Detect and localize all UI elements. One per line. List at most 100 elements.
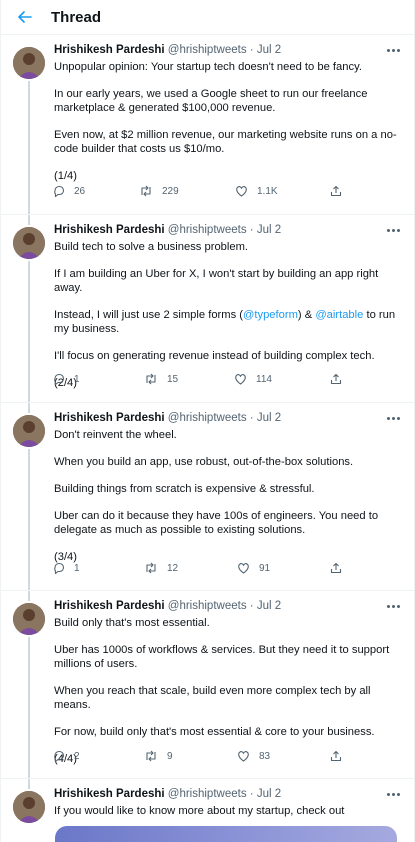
tweet-date[interactable]: Jul 2 (257, 788, 281, 800)
more-options-icon[interactable] (386, 411, 402, 425)
thread-connector (28, 403, 30, 413)
avatar[interactable] (13, 227, 45, 259)
reply-count: 1 (74, 562, 80, 574)
tweet-text: (1/4) (54, 170, 78, 182)
reply-button[interactable]: 26 (53, 185, 85, 197)
like-count: 83 (259, 750, 271, 762)
author-handle[interactable]: @hrishiptweets (168, 224, 247, 236)
tweet-text: Instead, I will just use 2 simple forms … (54, 308, 402, 336)
thread-connector (28, 449, 30, 591)
like-button[interactable]: 1.1K (235, 185, 278, 197)
like-button[interactable]: 91 (237, 562, 270, 574)
tweet-date[interactable]: Jul 2 (257, 44, 281, 56)
tweet-1[interactable]: Hrishikesh Pardeshi @hrishiptweets · Jul… (1, 34, 414, 215)
reply-icon (54, 750, 65, 762)
retweet-icon (141, 185, 151, 197)
tweet-meta: Hrishikesh Pardeshi @hrishiptweets · Jul… (54, 599, 402, 614)
like-button[interactable]: 83 (237, 750, 270, 762)
retweet-button[interactable]: 15 (144, 373, 178, 385)
tweet-date[interactable]: Jul 2 (257, 412, 281, 424)
retweet-button[interactable]: 9 (144, 750, 173, 762)
share-icon (330, 373, 342, 385)
tweet-4[interactable]: Hrishikesh Pardeshi @hrishiptweets · Jul… (1, 590, 414, 779)
thread-header: Thread (1, 0, 414, 34)
tweet-date[interactable]: Jul 2 (257, 600, 281, 612)
tweet-text: In our early years, we used a Google she… (54, 88, 368, 114)
reply-button[interactable]: 2 (53, 750, 80, 762)
tweet-text: (3/4) (54, 551, 78, 563)
avatar[interactable] (13, 603, 45, 635)
retweet-count: 15 (167, 373, 179, 385)
separator: · (249, 788, 254, 800)
link-preview-card[interactable] (55, 826, 397, 842)
reply-button[interactable]: 1 (53, 373, 80, 385)
heart-icon (236, 186, 247, 197)
retweet-button[interactable]: 12 (144, 562, 178, 574)
tweet-text: (2/4) (54, 377, 78, 389)
share-button[interactable] (330, 750, 342, 762)
separator: · (249, 44, 254, 56)
back-arrow-icon[interactable] (15, 7, 35, 27)
retweet-count: 9 (167, 750, 173, 762)
more-options-icon[interactable] (386, 43, 402, 57)
reply-count: 1 (74, 373, 80, 385)
mention-link-airtable[interactable]: @airtable (315, 309, 363, 321)
avatar[interactable] (13, 791, 45, 823)
retweet-icon (146, 373, 156, 385)
tweet-text: For now, build only that's most essentia… (54, 726, 375, 738)
author-handle[interactable]: @hrishiptweets (168, 600, 247, 612)
retweet-count: 229 (162, 185, 179, 197)
separator: · (249, 224, 254, 236)
tweet-text: Uber can do it because they have 100s of… (54, 510, 379, 536)
tweet-2[interactable]: Hrishikesh Pardeshi @hrishiptweets · Jul… (1, 214, 414, 403)
heart-icon (238, 563, 249, 574)
tweet-text-part: ) & (297, 309, 316, 321)
author-name[interactable]: Hrishikesh Pardeshi (54, 44, 165, 56)
like-button[interactable]: 114 (234, 373, 272, 385)
like-count: 1.1K (257, 185, 278, 197)
tweet-meta: Hrishikesh Pardeshi @hrishiptweets · Jul… (54, 411, 402, 426)
thread-connector (28, 591, 30, 601)
avatar[interactable] (13, 415, 45, 447)
retweet-button[interactable]: 229 (139, 185, 179, 197)
tweet-text: If you would like to know more about my … (54, 805, 345, 817)
share-icon (330, 562, 342, 574)
tweet-text: When you reach that scale, build even mo… (54, 685, 371, 711)
more-options-icon[interactable] (386, 787, 402, 801)
reply-button[interactable]: 1 (53, 562, 80, 574)
share-button[interactable] (330, 185, 342, 197)
thread-view: Thread Hrishikesh Pardeshi @hrishiptweet… (0, 0, 415, 842)
tweet-text: Uber has 1000s of workflows & services. … (54, 644, 390, 670)
tweet-text: Build only that's most essential. (54, 617, 210, 629)
author-handle[interactable]: @hrishiptweets (168, 412, 247, 424)
author-name[interactable]: Hrishikesh Pardeshi (54, 224, 165, 236)
more-options-icon[interactable] (386, 599, 402, 613)
tweet-date[interactable]: Jul 2 (257, 224, 281, 236)
author-name[interactable]: Hrishikesh Pardeshi (54, 788, 165, 800)
author-handle[interactable]: @hrishiptweets (168, 788, 247, 800)
retweet-icon (146, 750, 156, 762)
share-icon (330, 750, 342, 762)
heart-icon (238, 751, 249, 762)
author-handle[interactable]: @hrishiptweets (168, 44, 247, 56)
retweet-count: 12 (167, 562, 179, 574)
tweet-meta: Hrishikesh Pardeshi @hrishiptweets · Jul… (54, 223, 402, 238)
tweet-text: Unpopular opinion: Your startup tech doe… (54, 61, 362, 73)
author-name[interactable]: Hrishikesh Pardeshi (54, 412, 165, 424)
tweet-text: Build tech to solve a business problem. (54, 241, 249, 253)
reply-icon (54, 562, 65, 574)
thread-connector (28, 261, 30, 403)
tweet-meta: Hrishikesh Pardeshi @hrishiptweets · Jul… (54, 787, 402, 802)
tweet-3[interactable]: Hrishikesh Pardeshi @hrishiptweets · Jul… (1, 402, 414, 591)
page-title: Thread (51, 8, 102, 26)
share-button[interactable] (330, 562, 342, 574)
tweet-text: Building things from scratch is expensiv… (54, 483, 315, 495)
share-button[interactable] (330, 373, 342, 385)
like-count: 91 (259, 562, 271, 574)
avatar[interactable] (13, 47, 45, 79)
reply-icon (54, 373, 65, 385)
more-options-icon[interactable] (386, 223, 402, 237)
tweet-meta: Hrishikesh Pardeshi @hrishiptweets · Jul… (54, 43, 402, 58)
author-name[interactable]: Hrishikesh Pardeshi (54, 600, 165, 612)
mention-link-typeform[interactable]: @typeform (243, 309, 298, 321)
